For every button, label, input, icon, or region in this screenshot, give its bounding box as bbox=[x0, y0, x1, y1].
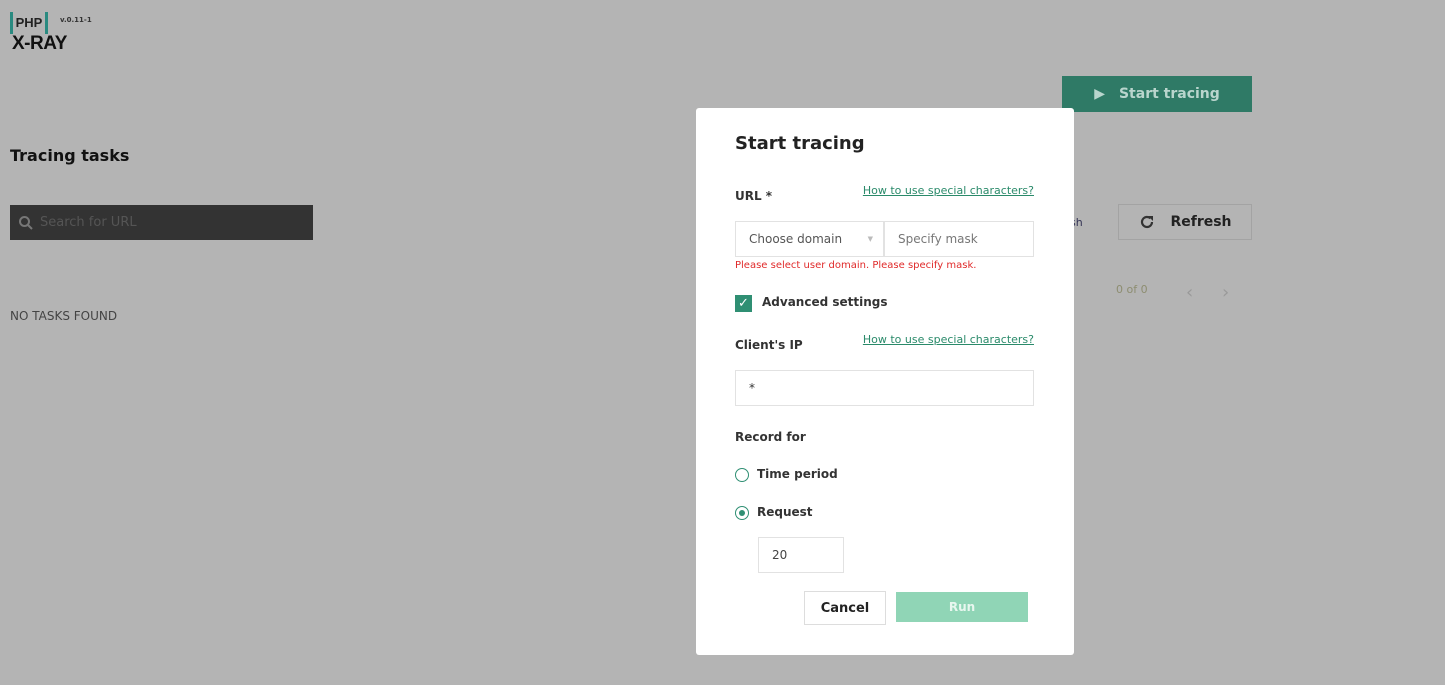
request-count-value: 20 bbox=[772, 548, 788, 562]
client-ip-input[interactable]: * bbox=[735, 370, 1034, 406]
prev-page-icon[interactable]: ‹ bbox=[1186, 282, 1193, 303]
request-label: Request bbox=[757, 505, 813, 519]
pagination-count: 0 of 0 bbox=[1116, 283, 1148, 296]
cancel-button[interactable]: Cancel bbox=[804, 591, 886, 625]
client-ip-label: Client's IP bbox=[735, 338, 803, 352]
check-icon: ✓ bbox=[738, 296, 749, 311]
record-for-label: Record for bbox=[735, 430, 806, 444]
run-button[interactable]: Run bbox=[896, 592, 1028, 622]
time-period-radio[interactable] bbox=[735, 468, 749, 482]
domain-select[interactable]: Choose domain ▼ bbox=[735, 221, 884, 257]
logo-xray: X-RAY bbox=[12, 33, 67, 54]
start-tracing-button[interactable]: ▶ Start tracing bbox=[1062, 76, 1252, 112]
empty-state: NO TASKS FOUND bbox=[10, 309, 118, 323]
request-count-input[interactable]: 20 bbox=[758, 537, 844, 573]
client-ip-value: * bbox=[749, 381, 755, 395]
start-tracing-modal: Start tracing URL * How to use special c… bbox=[696, 108, 1074, 655]
play-icon: ▶ bbox=[1094, 86, 1105, 102]
url-label: URL * bbox=[735, 189, 773, 203]
start-tracing-label: Start tracing bbox=[1118, 86, 1220, 102]
search-icon bbox=[19, 215, 33, 230]
page-title: Tracing tasks bbox=[10, 146, 130, 165]
time-period-label: Time period bbox=[757, 467, 838, 481]
search-placeholder: Search for URL bbox=[40, 215, 137, 230]
refresh-icon bbox=[1141, 215, 1154, 229]
mask-input[interactable]: Specify mask bbox=[884, 221, 1034, 257]
refresh-label: Refresh bbox=[1170, 214, 1232, 230]
version-label: v.0.11-1 bbox=[60, 16, 92, 24]
refresh-button[interactable]: Refresh bbox=[1118, 204, 1252, 240]
caret-down-icon: ▼ bbox=[867, 235, 873, 243]
advanced-settings-label: Advanced settings bbox=[762, 295, 888, 309]
advanced-settings-checkbox[interactable]: ✓ bbox=[735, 295, 752, 312]
modal-title: Start tracing bbox=[735, 133, 865, 154]
ip-help-link[interactable]: How to use special characters? bbox=[863, 333, 1034, 346]
domain-placeholder: Choose domain bbox=[749, 232, 843, 246]
search-input[interactable]: Search for URL bbox=[10, 205, 313, 240]
url-help-link[interactable]: How to use special characters? bbox=[863, 184, 1034, 197]
mask-placeholder: Specify mask bbox=[898, 232, 978, 246]
request-radio[interactable] bbox=[735, 506, 749, 520]
next-page-icon[interactable]: › bbox=[1222, 282, 1229, 303]
logo-php: PHP bbox=[10, 12, 48, 34]
validation-error: Please select user domain. Please specif… bbox=[735, 260, 977, 271]
